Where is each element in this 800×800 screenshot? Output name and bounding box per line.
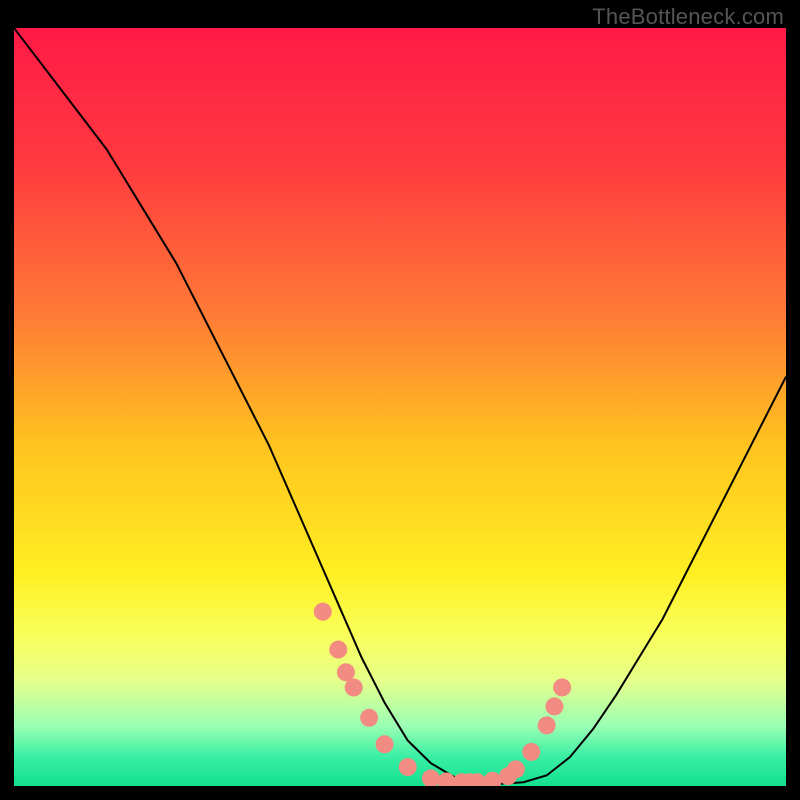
marker-point [522, 743, 540, 761]
marker-point [553, 678, 571, 696]
marker-point [345, 678, 363, 696]
marker-point [314, 603, 332, 621]
marker-point [329, 641, 347, 659]
chart-frame [14, 28, 786, 786]
bottleneck-chart [14, 28, 786, 786]
marker-point [545, 697, 563, 715]
marker-point [507, 760, 525, 778]
marker-point [360, 709, 378, 727]
chart-background [14, 28, 786, 786]
marker-point [538, 716, 556, 734]
marker-point [376, 735, 394, 753]
marker-point [399, 758, 417, 776]
watermark-text: TheBottleneck.com [592, 4, 784, 30]
